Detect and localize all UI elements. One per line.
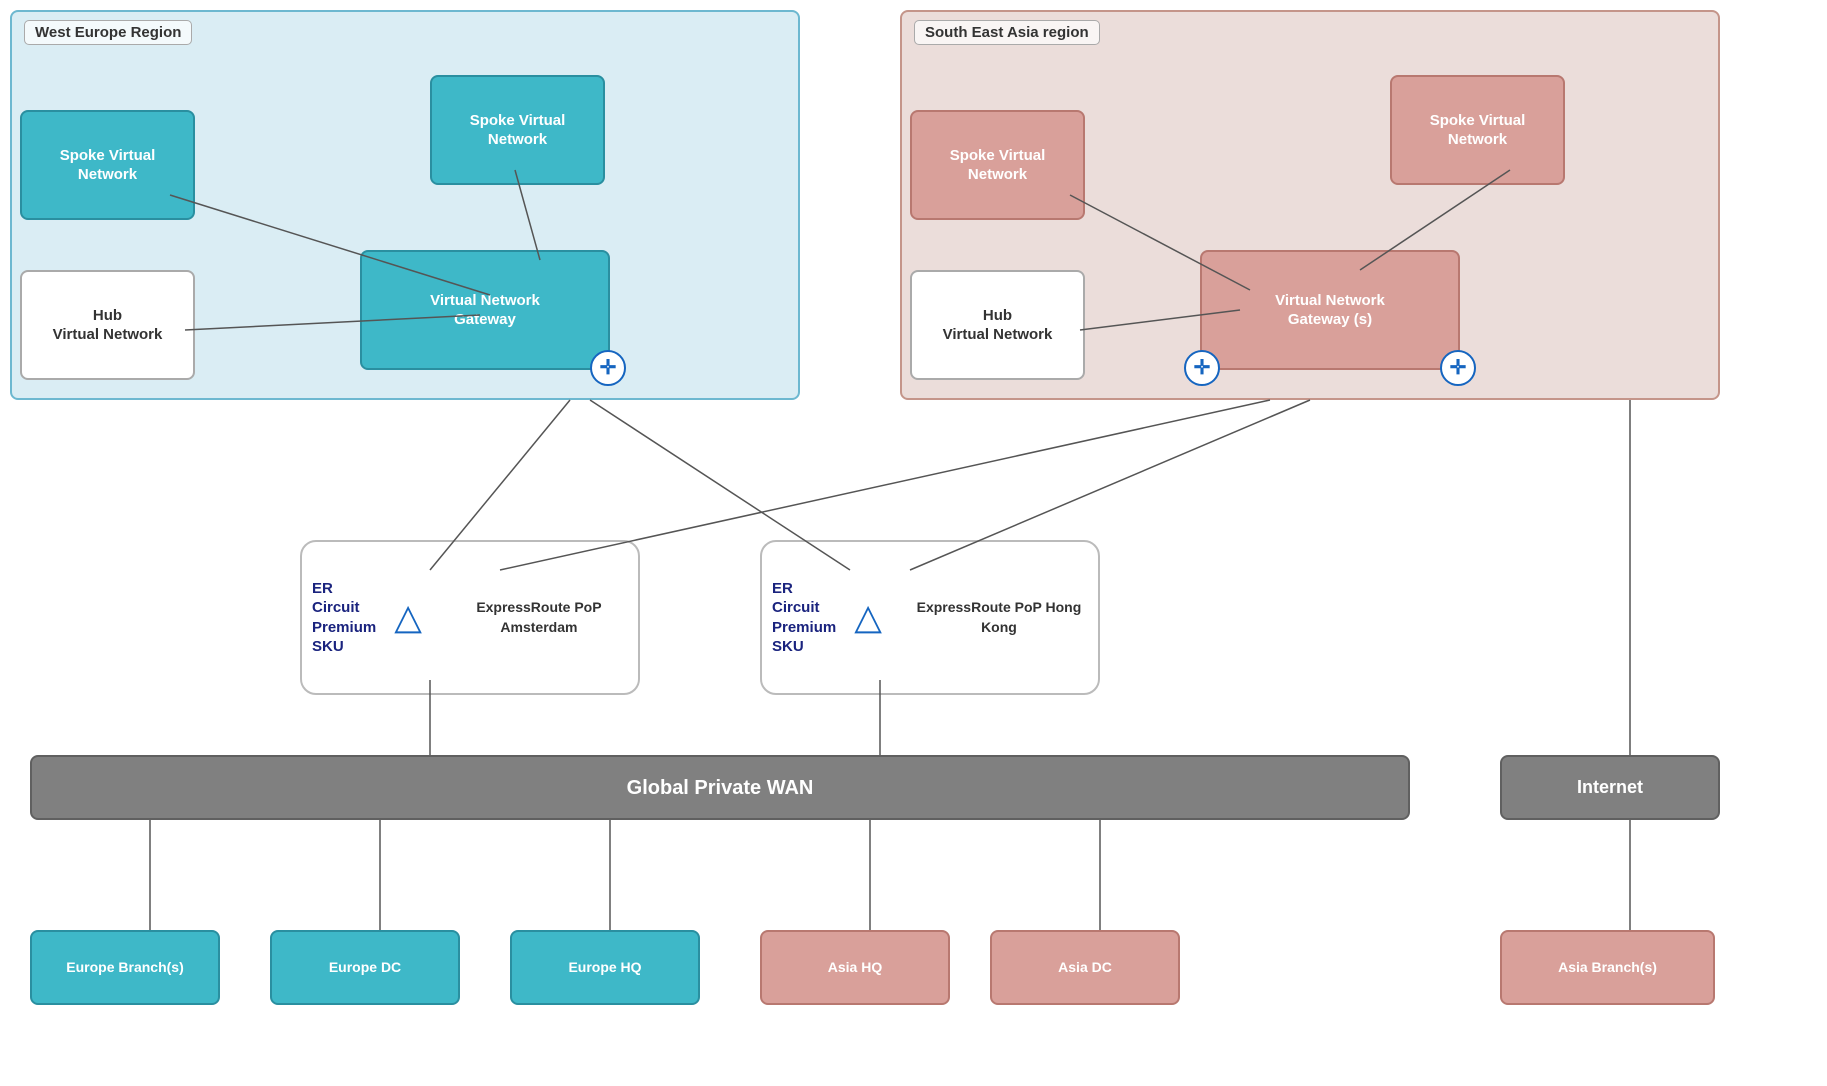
europe-branch: Europe Branch(s)	[30, 930, 220, 1005]
vng-sea: Virtual Network Gateway (s) ✛ ✛	[1200, 250, 1460, 370]
europe-dc: Europe DC	[270, 930, 460, 1005]
europe-hq: Europe HQ	[510, 930, 700, 1005]
vng-west-icon: ✛	[590, 350, 626, 386]
er-pop-hk-label: ExpressRoute PoP Hong Kong	[910, 598, 1088, 637]
er-triangle-amsterdam: △	[394, 594, 422, 641]
asia-branch: Asia Branch(s)	[1500, 930, 1715, 1005]
network-diagram: West Europe Region South East Asia regio…	[0, 0, 1827, 1086]
hub-vn-sea: Hub Virtual Network	[910, 270, 1085, 380]
er-circuit-amsterdam: ER Circuit Premium SKU △ ExpressRoute Po…	[300, 540, 640, 695]
spoke-vn-west-left: Spoke Virtual Network	[20, 110, 195, 220]
spoke-vn-west-right: Spoke Virtual Network	[430, 75, 605, 185]
er-triangle-hongkong: △	[854, 594, 882, 641]
asia-hq: Asia HQ	[760, 930, 950, 1005]
west-europe-label: West Europe Region	[24, 20, 192, 45]
er-pop-amsterdam-label: ExpressRoute PoP Amsterdam	[450, 598, 628, 637]
spoke-vn-sea-left: Spoke Virtual Network	[910, 110, 1085, 220]
vng-west: Virtual Network Gateway ✛	[360, 250, 610, 370]
asia-dc: Asia DC	[990, 930, 1180, 1005]
sea-label: South East Asia region	[914, 20, 1100, 45]
spoke-vn-sea-right: Spoke Virtual Network	[1390, 75, 1565, 185]
er-circuit-amsterdam-label: ER Circuit Premium SKU	[312, 579, 376, 657]
vng-sea-icon-right: ✛	[1440, 350, 1476, 386]
hub-vn-west: Hub Virtual Network	[20, 270, 195, 380]
er-circuit-hongkong: ER Circuit Premium SKU △ ExpressRoute Po…	[760, 540, 1100, 695]
internet-node: Internet	[1500, 755, 1720, 820]
er-circuit-hk-label: ER Circuit Premium SKU	[772, 579, 836, 657]
global-wan: Global Private WAN	[30, 755, 1410, 820]
vng-sea-icon-left: ✛	[1184, 350, 1220, 386]
